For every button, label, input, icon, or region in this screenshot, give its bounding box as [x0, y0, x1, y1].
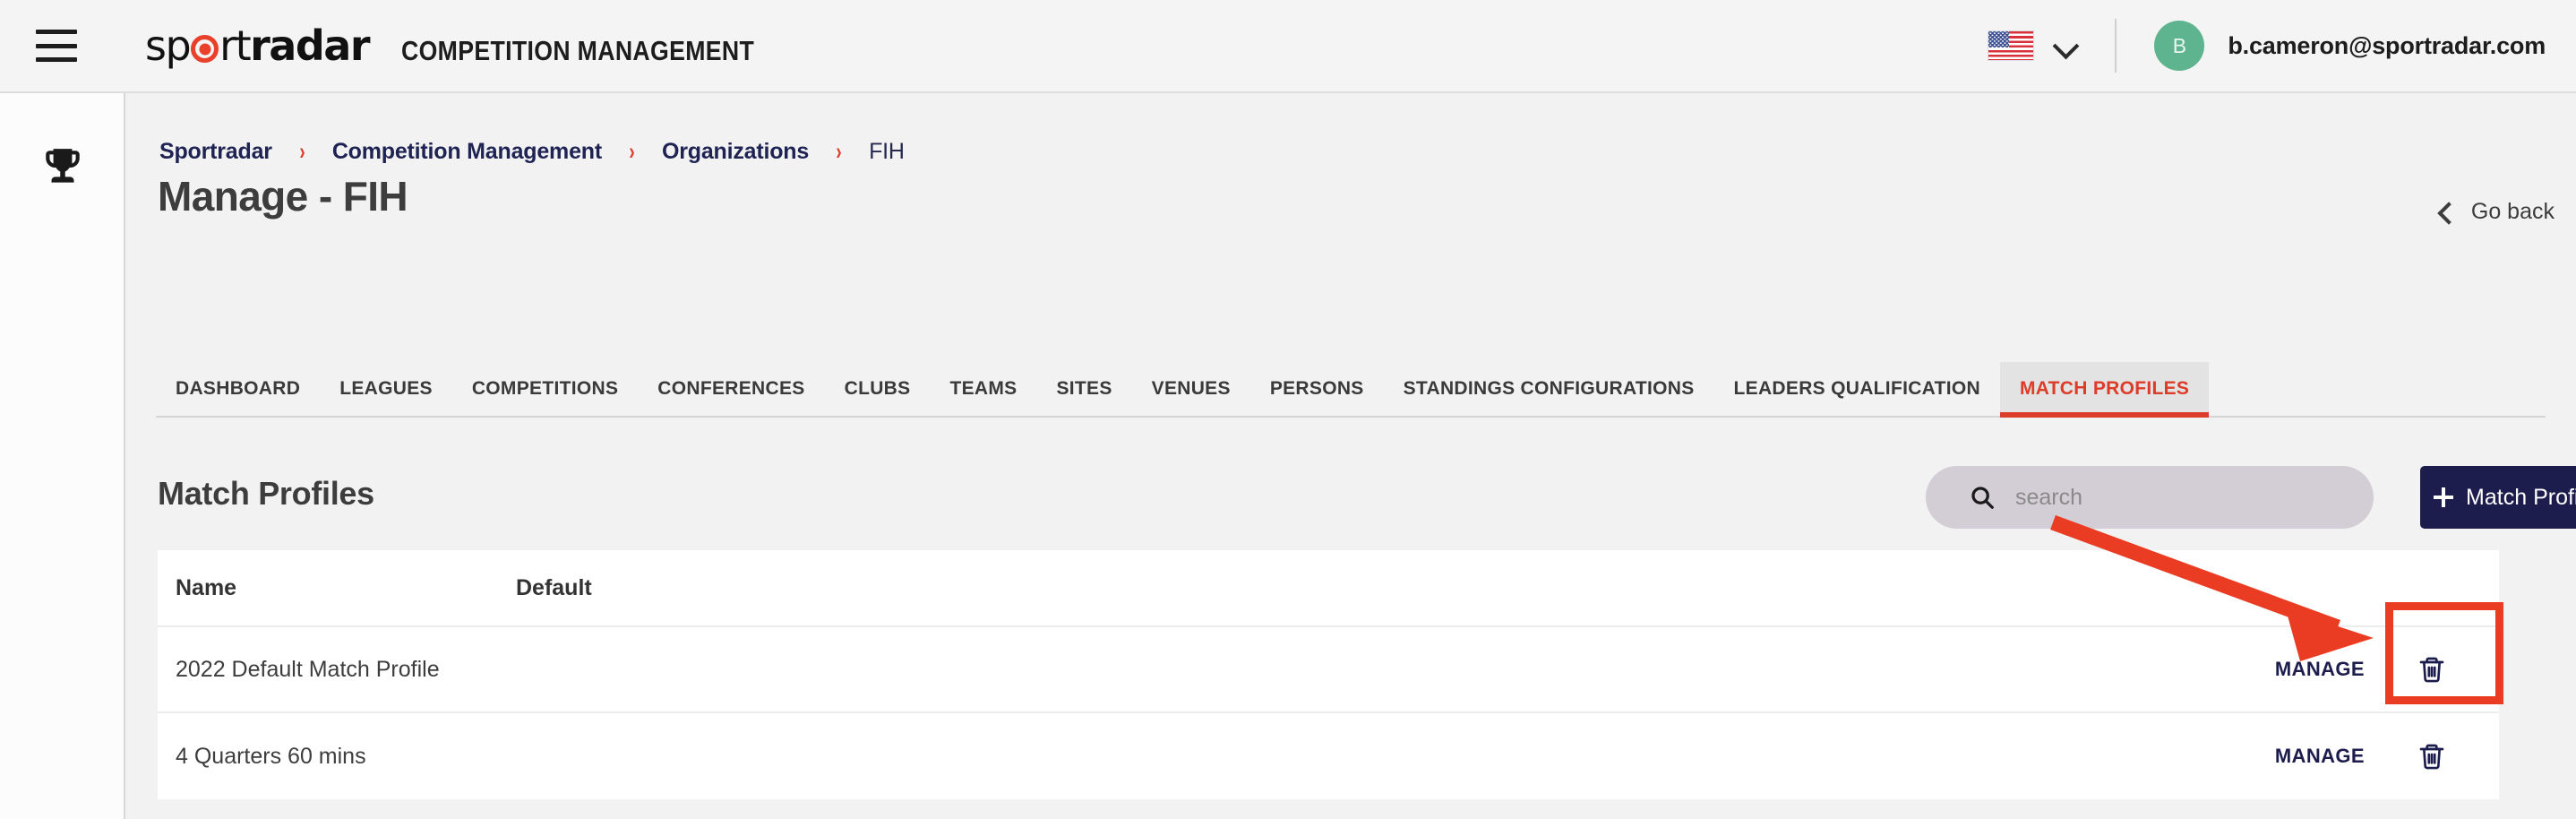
tab-standings-configurations[interactable]: STANDINGS CONFIGURATIONS [1384, 362, 1714, 416]
cell-name: 4 Quarters 60 mins [176, 743, 366, 769]
go-back-button[interactable]: Go back [2437, 199, 2555, 225]
breadcrumb-separator-icon: › [629, 138, 635, 165]
plus-icon [2434, 487, 2454, 507]
manage-link[interactable]: MANAGE [2194, 658, 2365, 681]
delete-button[interactable] [2365, 654, 2499, 685]
section-title: Match Profiles [158, 475, 374, 512]
page-title: Manage - FIH [158, 173, 408, 220]
add-match-profile-label: Match Profile [2466, 484, 2576, 510]
breadcrumb-item-fih: FIH [869, 139, 905, 164]
go-back-label: Go back [2470, 199, 2555, 224]
table-row: 2022 Default Match Profile MANAGE [158, 627, 2499, 713]
tab-bar: DASHBOARD LEAGUES COMPETITIONS CONFERENC… [156, 362, 2546, 418]
trash-icon [2419, 657, 2444, 683]
match-profiles-table: Name Default 2022 Default Match Profile … [158, 550, 2499, 799]
table-header-row: Name Default [158, 550, 2499, 627]
tab-leaders-qualification[interactable]: LEADERS QUALIFICATION [1714, 362, 2000, 416]
tab-sites[interactable]: SITES [1036, 362, 1131, 416]
breadcrumb-separator-icon: › [299, 138, 305, 165]
tab-venues[interactable]: VENUES [1132, 362, 1250, 416]
divider [2115, 19, 2117, 73]
trophy-icon[interactable] [12, 136, 114, 199]
trash-icon [2419, 744, 2444, 770]
app-title: COMPETITION MANAGEMENT [401, 35, 755, 66]
column-header-name: Name [176, 574, 237, 600]
search-icon [1969, 484, 1996, 511]
user-email[interactable]: b.cameron@sportradar.com [2228, 32, 2546, 60]
delete-button[interactable] [2365, 741, 2499, 772]
manage-link[interactable]: MANAGE [2194, 745, 2365, 768]
tab-match-profiles[interactable]: MATCH PROFILES [1999, 362, 2210, 418]
breadcrumb-item-organizations[interactable]: Organizations [662, 139, 809, 165]
tab-leagues[interactable]: LEAGUES [320, 362, 452, 416]
tab-clubs[interactable]: CLUBS [825, 362, 931, 416]
tab-conferences[interactable]: CONFERENCES [638, 362, 824, 416]
search-input[interactable] [2015, 484, 2352, 511]
logo-text-post: rt [219, 22, 251, 70]
flag-canton [1988, 31, 2010, 47]
hamburger-menu-icon[interactable] [29, 25, 84, 66]
breadcrumb: Sportradar › Competition Management › Or… [159, 138, 905, 166]
search-box[interactable] [1926, 466, 2374, 529]
tab-competitions[interactable]: COMPETITIONS [452, 362, 638, 416]
hamburger-bar [36, 43, 77, 48]
logo-text-bold: radar [250, 22, 370, 70]
us-flag-icon[interactable] [1988, 30, 2035, 61]
chevron-down-icon[interactable] [2054, 34, 2077, 57]
breadcrumb-item-sportradar[interactable]: Sportradar [159, 139, 272, 165]
left-sidebar [0, 93, 125, 819]
brand[interactable]: sp rtradar COMPETITION MANAGEMENT [145, 22, 811, 70]
tab-teams[interactable]: TEAMS [930, 362, 1036, 416]
chevron-left-icon [2437, 205, 2451, 220]
column-header-default: Default [516, 574, 592, 600]
content-panel: Sportradar › Competition Management › Or… [127, 95, 2576, 819]
table-row: 4 Quarters 60 mins MANAGE [158, 713, 2499, 799]
breadcrumb-item-competition-management[interactable]: Competition Management [332, 139, 602, 165]
logo-text-pre: sp [145, 22, 192, 70]
top-bar-right: B b.cameron@sportradar.com [1988, 0, 2576, 91]
hamburger-bar [36, 30, 77, 34]
cell-name: 2022 Default Match Profile [176, 656, 440, 682]
tab-persons[interactable]: PERSONS [1250, 362, 1384, 416]
logo-dot-icon [191, 35, 219, 63]
add-match-profile-button[interactable]: Match Profile [2420, 466, 2576, 529]
avatar[interactable]: B [2154, 21, 2205, 71]
breadcrumb-separator-icon: › [836, 138, 842, 165]
sportradar-logo: sp rtradar [145, 22, 371, 70]
hamburger-bar [36, 57, 77, 62]
tab-dashboard[interactable]: DASHBOARD [156, 362, 320, 416]
top-bar: sp rtradar COMPETITION MANAGEMENT B b.cam… [0, 0, 2576, 93]
app-root: sp rtradar COMPETITION MANAGEMENT B b.cam… [0, 0, 2576, 819]
